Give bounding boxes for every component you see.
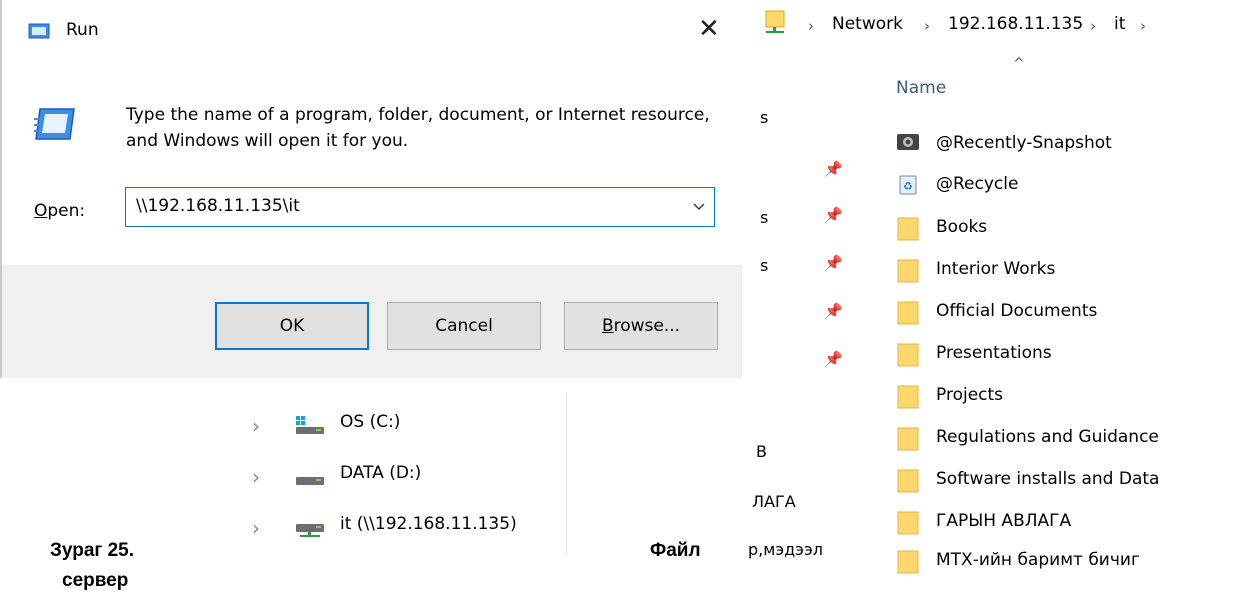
breadcrumb-separator-icon: ›	[924, 17, 930, 35]
nav-item-label: it (\\192.168.11.135)	[340, 514, 517, 534]
folder-icon	[896, 510, 920, 540]
folder-icon	[896, 258, 920, 288]
pin-icon: 📌	[824, 206, 843, 224]
truncated-label: р,мэдээл	[748, 540, 823, 559]
file-name: МТХ-ийн баримт бичиг	[936, 550, 1140, 570]
snapshot-folder-icon	[896, 132, 920, 156]
file-name: @Recently-Snapshot	[936, 133, 1112, 153]
column-header-name[interactable]: Name	[896, 78, 946, 98]
run-dialog: Run ✕ Type the name of a program, folder…	[0, 0, 742, 378]
breadcrumb-separator-icon: ›	[808, 17, 814, 35]
truncated-label: s	[760, 108, 769, 127]
file-name: Interior Works	[936, 259, 1056, 279]
file-name: @Recycle	[936, 174, 1019, 194]
os-drive-icon	[294, 416, 326, 441]
figure-caption-number: Зураг 25.	[50, 540, 134, 561]
list-item[interactable]: Regulations and Guidance	[896, 420, 1260, 460]
breadcrumb-separator-icon[interactable]: ›	[1140, 17, 1146, 35]
pin-icon: 📌	[824, 254, 843, 272]
list-item[interactable]: Software installs and Data	[896, 462, 1260, 502]
list-item[interactable]: Books	[896, 210, 1260, 250]
nav-item-label: OS (C:)	[340, 412, 401, 432]
breadcrumb-it[interactable]: it	[1114, 14, 1125, 34]
breadcrumb-network[interactable]: Network	[832, 14, 903, 34]
sort-ascending-icon: ^	[1013, 56, 1025, 72]
list-item[interactable]: Projects	[896, 378, 1260, 418]
list-item[interactable]: @Recently-Snapshot	[896, 126, 1260, 166]
file-name: Official Documents	[936, 301, 1098, 321]
network-drive-icon	[294, 518, 326, 543]
browse-button[interactable]: Browse...	[564, 302, 718, 350]
breadcrumb-host[interactable]: 192.168.11.135	[948, 14, 1083, 34]
chevron-right-icon[interactable]: ›	[252, 516, 260, 540]
chevron-right-icon[interactable]: ›	[252, 465, 260, 489]
chevron-right-icon[interactable]: ›	[252, 414, 260, 438]
list-item[interactable]: ГАРЫН АВЛАГА	[896, 504, 1260, 544]
cancel-button[interactable]: Cancel	[387, 302, 541, 350]
dialog-description: Type the name of a program, folder, docu…	[126, 105, 710, 151]
close-icon[interactable]: ✕	[698, 14, 720, 44]
folder-icon	[896, 300, 920, 330]
file-name: Presentations	[936, 343, 1052, 363]
folder-icon	[896, 426, 920, 456]
pin-icon: 📌	[824, 160, 843, 178]
truncated-label: В	[756, 442, 767, 461]
file-name: Software installs and Data	[936, 469, 1160, 489]
run-program-icon	[34, 107, 76, 145]
file-name: Regulations and Guidance	[936, 427, 1159, 447]
file-name: Projects	[936, 385, 1004, 405]
dialog-title: Run	[66, 20, 99, 40]
svg-text:♻: ♻	[903, 180, 913, 193]
figure-caption-word: Файл	[650, 540, 701, 561]
pin-icon: 📌	[824, 302, 843, 320]
chevron-down-icon[interactable]	[692, 198, 706, 217]
folder-icon	[896, 549, 920, 579]
run-icon	[28, 23, 50, 43]
list-item[interactable]: Official Documents	[896, 294, 1260, 334]
ok-button[interactable]: OK	[215, 302, 369, 350]
pane-divider	[566, 394, 567, 554]
file-name: ГАРЫН АВЛАГА	[936, 511, 1072, 531]
folder-icon	[896, 384, 920, 414]
open-label: Open:	[34, 201, 86, 221]
folder-icon	[764, 9, 786, 39]
pin-icon: 📌	[824, 350, 843, 368]
open-input-value[interactable]: \\192.168.11.135\it	[136, 196, 300, 216]
folder-icon	[896, 468, 920, 498]
list-item[interactable]: ♻ @Recycle	[896, 167, 1260, 207]
nav-item-label: DATA (D:)	[340, 463, 422, 483]
file-name: Books	[936, 217, 988, 237]
figure-caption-second-line: сервер	[62, 570, 129, 591]
list-item[interactable]: МТХ-ийн баримт бичиг	[896, 543, 1260, 583]
list-item[interactable]: Interior Works	[896, 252, 1260, 292]
list-item[interactable]: Presentations	[896, 336, 1260, 376]
truncated-label: ЛАГА	[752, 492, 796, 511]
breadcrumb-separator-icon: ›	[1090, 17, 1096, 35]
drive-icon	[294, 467, 326, 492]
folder-icon	[896, 342, 920, 372]
folder-icon	[896, 216, 920, 246]
truncated-label: s	[760, 256, 769, 275]
recycle-bin-icon: ♻	[896, 173, 920, 199]
truncated-label: s	[760, 208, 769, 227]
open-combobox[interactable]: \\192.168.11.135\it	[125, 187, 715, 227]
